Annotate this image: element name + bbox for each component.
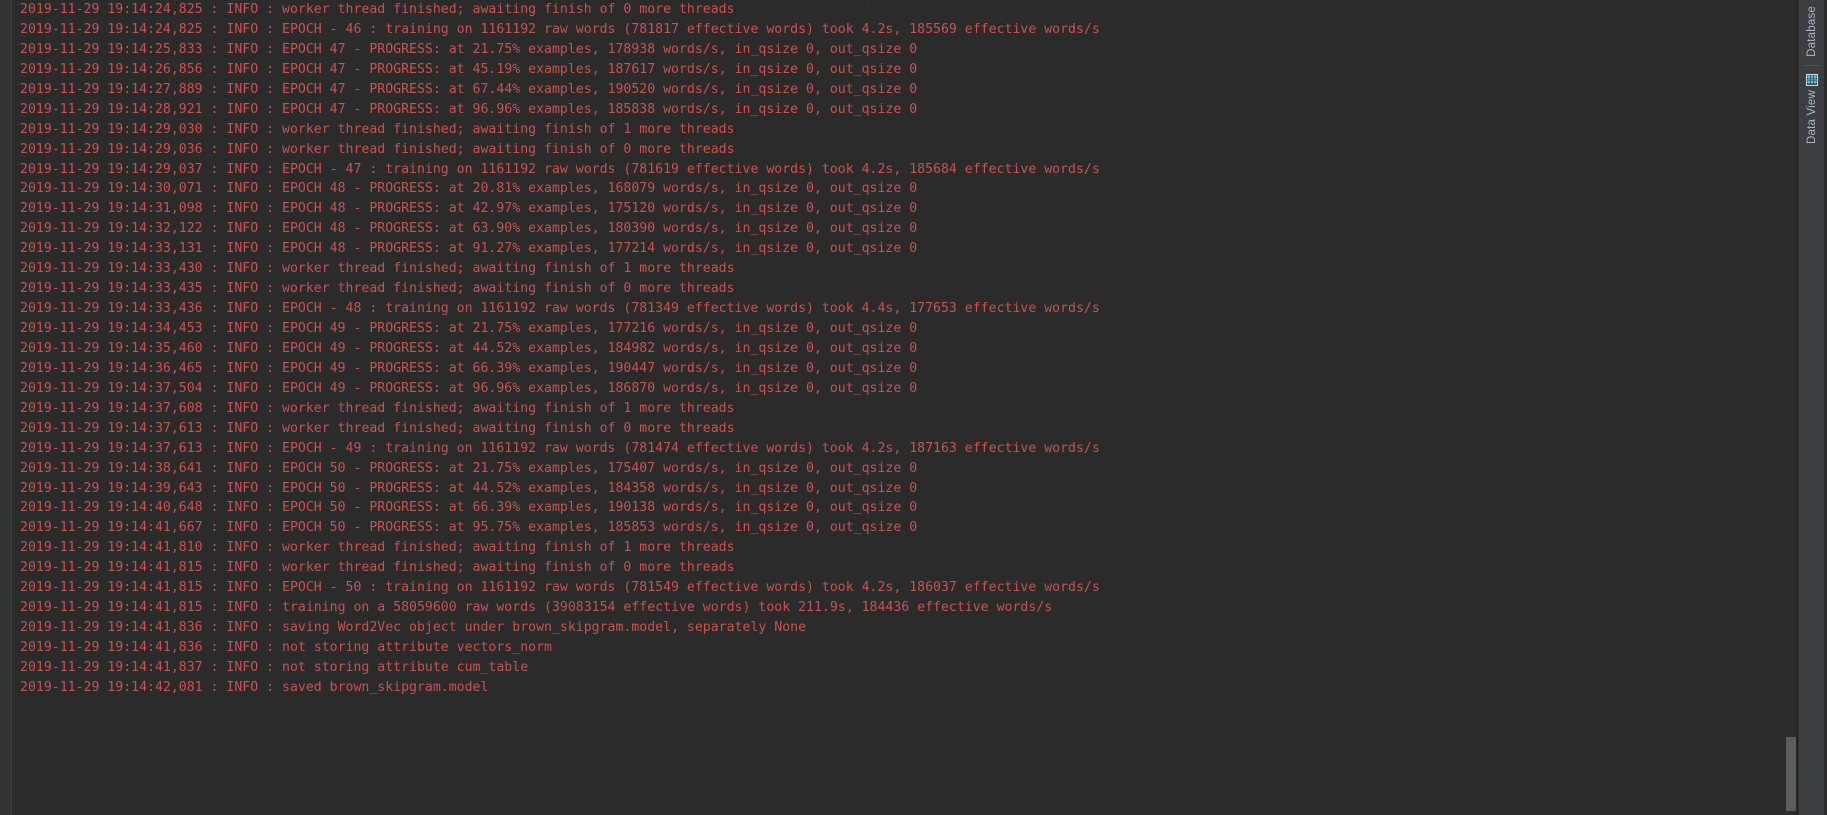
console-log-line: 2019-11-29 19:14:41,815 : INFO : trainin… — [20, 600, 1053, 616]
console-log-line: 2019-11-29 19:14:32,122 : INFO : EPOCH 4… — [20, 221, 918, 237]
console-log-line: 2019-11-29 19:14:41,667 : INFO : EPOCH 5… — [20, 520, 918, 536]
console-log-list[interactable]: 2019-11-29 19:14:24,825 : INFO : worker … — [0, 0, 1797, 815]
console-log-line: 2019-11-29 19:14:37,608 : INFO : worker … — [20, 400, 735, 416]
console-log-line: 2019-11-29 19:14:37,504 : INFO : EPOCH 4… — [20, 380, 918, 396]
console-log-line: 2019-11-29 19:14:24,825 : INFO : EPOCH -… — [20, 21, 1100, 37]
console-log-line: 2019-11-29 19:14:41,836 : INFO : not sto… — [20, 640, 552, 655]
console-log-line: 2019-11-29 19:14:33,131 : INFO : EPOCH 4… — [20, 241, 918, 257]
console-log-line: 2019-11-29 19:14:33,435 : INFO : worker … — [20, 281, 735, 297]
console-log-line: 2019-11-29 19:14:30,071 : INFO : EPOCH 4… — [20, 181, 918, 197]
sidebar-item-data-view-label: Data View — [1805, 89, 1818, 144]
console-log-line: 2019-11-29 19:14:29,030 : INFO : worker … — [20, 121, 735, 137]
sidebar-item-data-view[interactable]: Data View — [1799, 68, 1825, 150]
console-log-line: 2019-11-29 19:14:33,430 : INFO : worker … — [20, 261, 735, 277]
console-log-line: 2019-11-29 19:14:37,613 : INFO : worker … — [20, 420, 735, 436]
sidebar-item-database[interactable]: Database — [1799, 2, 1825, 63]
console-log-line: 2019-11-29 19:14:38,641 : INFO : EPOCH 5… — [20, 460, 918, 476]
console-log-line: 2019-11-29 19:14:40,648 : INFO : EPOCH 5… — [20, 500, 918, 516]
console-log-line: 2019-11-29 19:14:29,037 : INFO : EPOCH -… — [20, 161, 1100, 177]
console-log-line: 2019-11-29 19:14:33,436 : INFO : EPOCH -… — [20, 301, 1100, 317]
rail-separator — [1803, 64, 1820, 66]
ide-console-window: 2019-11-29 19:14:23,819 : INFO : EPOCH 4… — [0, 0, 1827, 815]
console-log-line: 2019-11-29 19:14:41,810 : INFO : worker … — [20, 540, 735, 556]
console-log-line: 2019-11-29 19:14:27,889 : INFO : EPOCH 4… — [20, 81, 918, 97]
console-log-line: 2019-11-29 19:14:41,836 : INFO : saving … — [20, 620, 807, 636]
table-grid-icon — [1805, 72, 1819, 86]
right-tool-window-bar: Database Data View — [1798, 0, 1824, 815]
console-log-line: 2019-11-29 19:14:26,856 : INFO : EPOCH 4… — [20, 61, 918, 77]
console-output-panel[interactable]: 2019-11-29 19:14:23,819 : INFO : EPOCH 4… — [0, 0, 1797, 815]
console-log-line: 2019-11-29 19:14:37,613 : INFO : EPOCH -… — [20, 440, 1100, 456]
console-vertical-scrollbar-thumb[interactable] — [1786, 737, 1796, 811]
console-log-line: 2019-11-29 19:14:41,837 : INFO : not sto… — [20, 659, 529, 675]
sidebar-item-database-label: Database — [1805, 6, 1818, 57]
console-log-line: 2019-11-29 19:14:36,465 : INFO : EPOCH 4… — [20, 360, 918, 376]
console-log-line: 2019-11-29 19:14:39,643 : INFO : EPOCH 5… — [20, 480, 918, 496]
console-log-line: 2019-11-29 19:14:28,921 : INFO : EPOCH 4… — [20, 101, 918, 117]
console-vertical-scrollbar[interactable] — [1785, 0, 1797, 815]
console-log-line: 2019-11-29 19:14:41,815 : INFO : worker … — [20, 560, 735, 576]
console-log-line: 2019-11-29 19:14:35,460 : INFO : EPOCH 4… — [20, 340, 918, 356]
console-log-line: 2019-11-29 19:14:42,081 : INFO : saved b… — [20, 679, 489, 695]
console-log-line: 2019-11-29 19:14:31,098 : INFO : EPOCH 4… — [20, 201, 918, 217]
console-log-line: 2019-11-29 19:14:34,453 : INFO : EPOCH 4… — [20, 321, 918, 336]
console-log-line: 2019-11-29 19:14:25,833 : INFO : EPOCH 4… — [20, 41, 918, 57]
console-log-line: 2019-11-29 19:14:41,815 : INFO : EPOCH -… — [20, 580, 1100, 596]
console-log-line: 2019-11-29 19:14:29,036 : INFO : worker … — [20, 141, 735, 157]
console-log-line: 2019-11-29 19:14:24,825 : INFO : worker … — [20, 2, 735, 17]
